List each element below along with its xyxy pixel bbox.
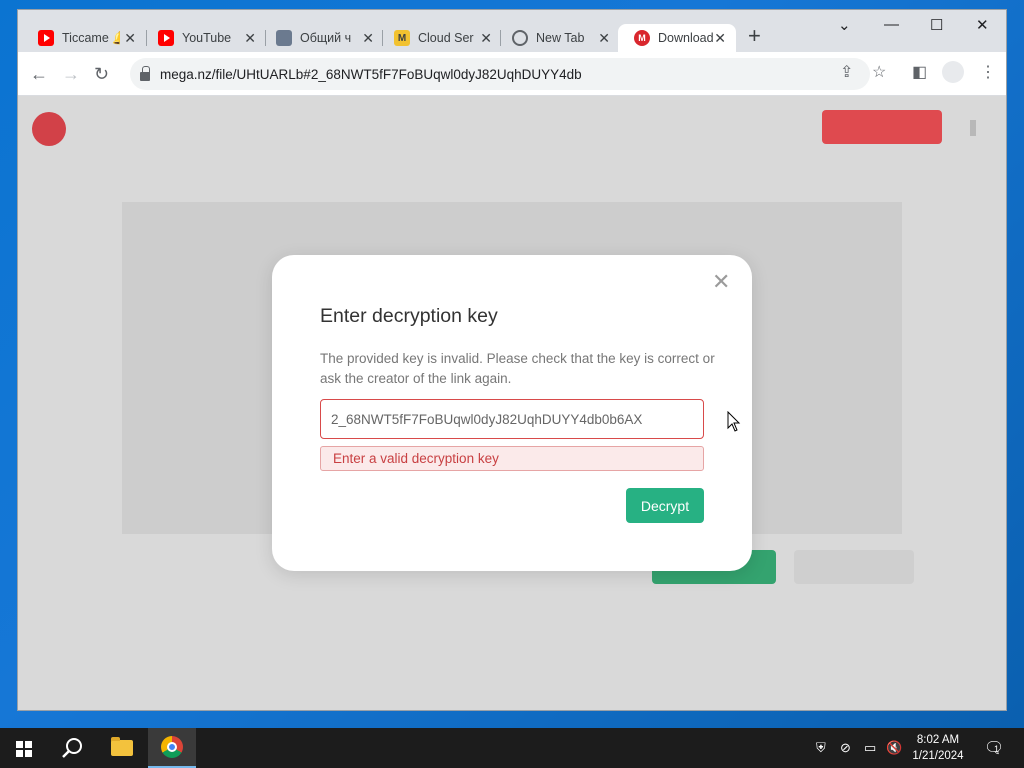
folder-icon: [111, 737, 133, 756]
notification-center-icon[interactable]: 🗨 1: [984, 738, 1004, 758]
forward-button[interactable]: →: [62, 64, 80, 84]
network-disabled-icon[interactable]: ⊘: [840, 740, 851, 756]
create-account-button-dimmed: [822, 110, 942, 144]
tab-strip: Ticcame 🔔 ✕ YouTube ✕ Общий ч ✕ M Cloud …: [18, 10, 1006, 52]
decryption-key-dialog: ✕ Enter decryption key The provided key …: [272, 255, 752, 571]
file-explorer-button[interactable]: [98, 728, 146, 768]
browser-window: Ticcame 🔔 ✕ YouTube ✕ Общий ч ✕ M Cloud …: [18, 10, 1006, 710]
decryption-key-input[interactable]: [320, 399, 704, 439]
close-window-button[interactable]: ✕: [976, 16, 989, 34]
youtube-icon: [38, 30, 54, 46]
windows-start-icon[interactable]: [16, 741, 32, 757]
dialog-description: The provided key is invalid. Please chec…: [320, 351, 715, 386]
tab-title: Ticcame 🔔: [62, 30, 120, 45]
system-clock[interactable]: 8:02 AM 1/21/2024: [906, 732, 970, 764]
tab-close-icon[interactable]: ✕: [714, 30, 726, 46]
tab-title: YouTube: [182, 31, 232, 45]
tab-close-icon[interactable]: ✕: [124, 30, 136, 46]
network-icon[interactable]: ▭: [864, 740, 876, 756]
back-button[interactable]: ←: [30, 64, 48, 84]
side-panel-icon[interactable]: ◧: [912, 62, 927, 82]
new-tab-button[interactable]: +: [748, 24, 761, 48]
save-to-mega-button-dimmed: [794, 550, 914, 584]
tab-title: Download: [658, 31, 714, 45]
lock-icon: [140, 65, 150, 81]
menu-kebab-icon[interactable]: ⋮: [980, 62, 996, 82]
url-text: mega.nz/file/UHtUARLb#2_68NWT5fF7FoBUqwl…: [160, 66, 582, 82]
page-viewport: ✕ Enter decryption key The provided key …: [18, 96, 1006, 710]
tab-forum[interactable]: Общий ч ✕: [260, 24, 384, 52]
tab-new-tab[interactable]: New Tab ✕: [496, 24, 620, 52]
tab-title: Общий ч: [300, 31, 352, 45]
notification-count: 1: [994, 744, 1000, 754]
reload-button[interactable]: ↻: [94, 64, 109, 84]
tab-ticcame[interactable]: Ticcame 🔔 ✕: [22, 24, 146, 52]
tab-cloud[interactable]: M Cloud Ser ✕: [378, 24, 502, 52]
tab-youtube[interactable]: YouTube ✕: [142, 24, 266, 52]
minimize-button[interactable]: —: [884, 16, 899, 33]
forum-icon: [276, 30, 292, 46]
chrome-icon: [512, 30, 528, 46]
decrypt-button[interactable]: Decrypt: [626, 488, 704, 523]
mega-logo: [32, 112, 66, 146]
tab-close-icon[interactable]: ✕: [244, 30, 256, 46]
profile-avatar-icon[interactable]: [942, 61, 964, 83]
volume-muted-icon[interactable]: 🔇: [886, 740, 902, 756]
tab-title: Cloud Ser: [418, 31, 474, 45]
address-bar[interactable]: mega.nz/file/UHtUARLb#2_68NWT5fF7FoBUqwl…: [130, 58, 870, 90]
mouse-cursor-icon: [727, 411, 741, 432]
search-icon[interactable]: [60, 736, 84, 760]
browser-toolbar: ← → ↻ mega.nz/file/UHtUARLb#2_68NWT5fF7F…: [18, 52, 1006, 96]
key-error-message: Enter a valid decryption key: [320, 446, 704, 471]
chrome-icon: [161, 736, 183, 758]
dialog-title: Enter decryption key: [320, 305, 498, 327]
maximize-button[interactable]: ☐: [930, 16, 943, 34]
bookmark-star-icon[interactable]: ☆: [872, 62, 886, 82]
chrome-taskbar-button[interactable]: [148, 728, 196, 768]
clock-time: 8:02 AM: [916, 734, 960, 746]
mega-m-icon: M: [394, 30, 410, 46]
tab-title: New Tab: [536, 31, 585, 45]
page-menu-icon: [970, 120, 976, 136]
youtube-icon: [158, 30, 174, 46]
tab-close-icon[interactable]: ✕: [480, 30, 492, 46]
taskbar: ⛨ ⊘ ▭ 🔇 8:02 AM 1/21/2024 🗨 1: [0, 728, 1024, 768]
mega-icon: M: [634, 30, 650, 46]
tab-close-icon[interactable]: ✕: [598, 30, 610, 46]
clock-date: 1/21/2024: [912, 750, 964, 762]
close-icon[interactable]: ✕: [712, 271, 730, 293]
share-icon[interactable]: ⇪: [840, 62, 853, 82]
tab-close-icon[interactable]: ✕: [362, 30, 374, 46]
security-shield-icon[interactable]: ⛨: [816, 740, 826, 756]
tab-download[interactable]: M Download ✕: [618, 24, 736, 52]
tab-search-icon[interactable]: ⌄: [838, 16, 851, 34]
